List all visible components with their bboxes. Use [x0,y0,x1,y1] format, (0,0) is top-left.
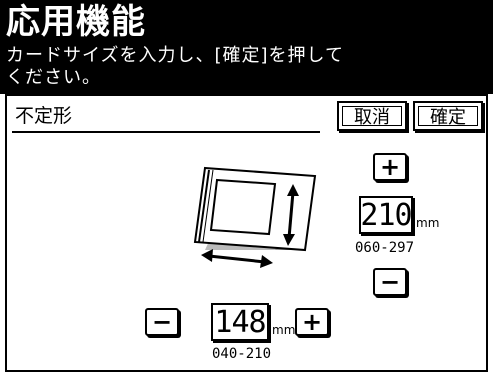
width-minus-button[interactable]: − [145,308,179,336]
height-range: 060-297 [355,240,415,256]
card-size-screen: 応用機能 カードサイズを入力し、[確定]を押して ください。 不定形 取消 確定 [0,0,493,374]
height-unit: mm [416,216,440,230]
size-input-panel: 不定形 取消 確定 + 210 mm 060-297 − − 148 mm + … [5,94,488,372]
instruction-line-2: ください。 [6,67,101,88]
width-range: 040-210 [212,346,272,362]
title-underline [12,131,320,133]
cancel-button-label: 取消 [342,106,402,128]
confirm-button-label: 確定 [418,106,478,128]
height-plus-button[interactable]: + [373,153,407,181]
width-unit: mm [272,323,296,337]
cancel-button[interactable]: 取消 [337,101,407,131]
height-minus-button[interactable]: − [373,268,407,296]
header-bar: 応用機能 カードサイズを入力し、[確定]を押して ください。 [0,0,493,94]
confirm-button[interactable]: 確定 [413,101,483,131]
width-value-field[interactable]: 148 [211,303,269,341]
panel-title: 不定形 [15,105,73,127]
card-size-scan-icon [193,166,317,268]
screen-title: 応用機能 [6,2,146,42]
height-value-field[interactable]: 210 [359,196,413,234]
instruction-line-1: カードサイズを入力し、[確定]を押して [6,45,344,66]
width-plus-button[interactable]: + [295,308,329,336]
